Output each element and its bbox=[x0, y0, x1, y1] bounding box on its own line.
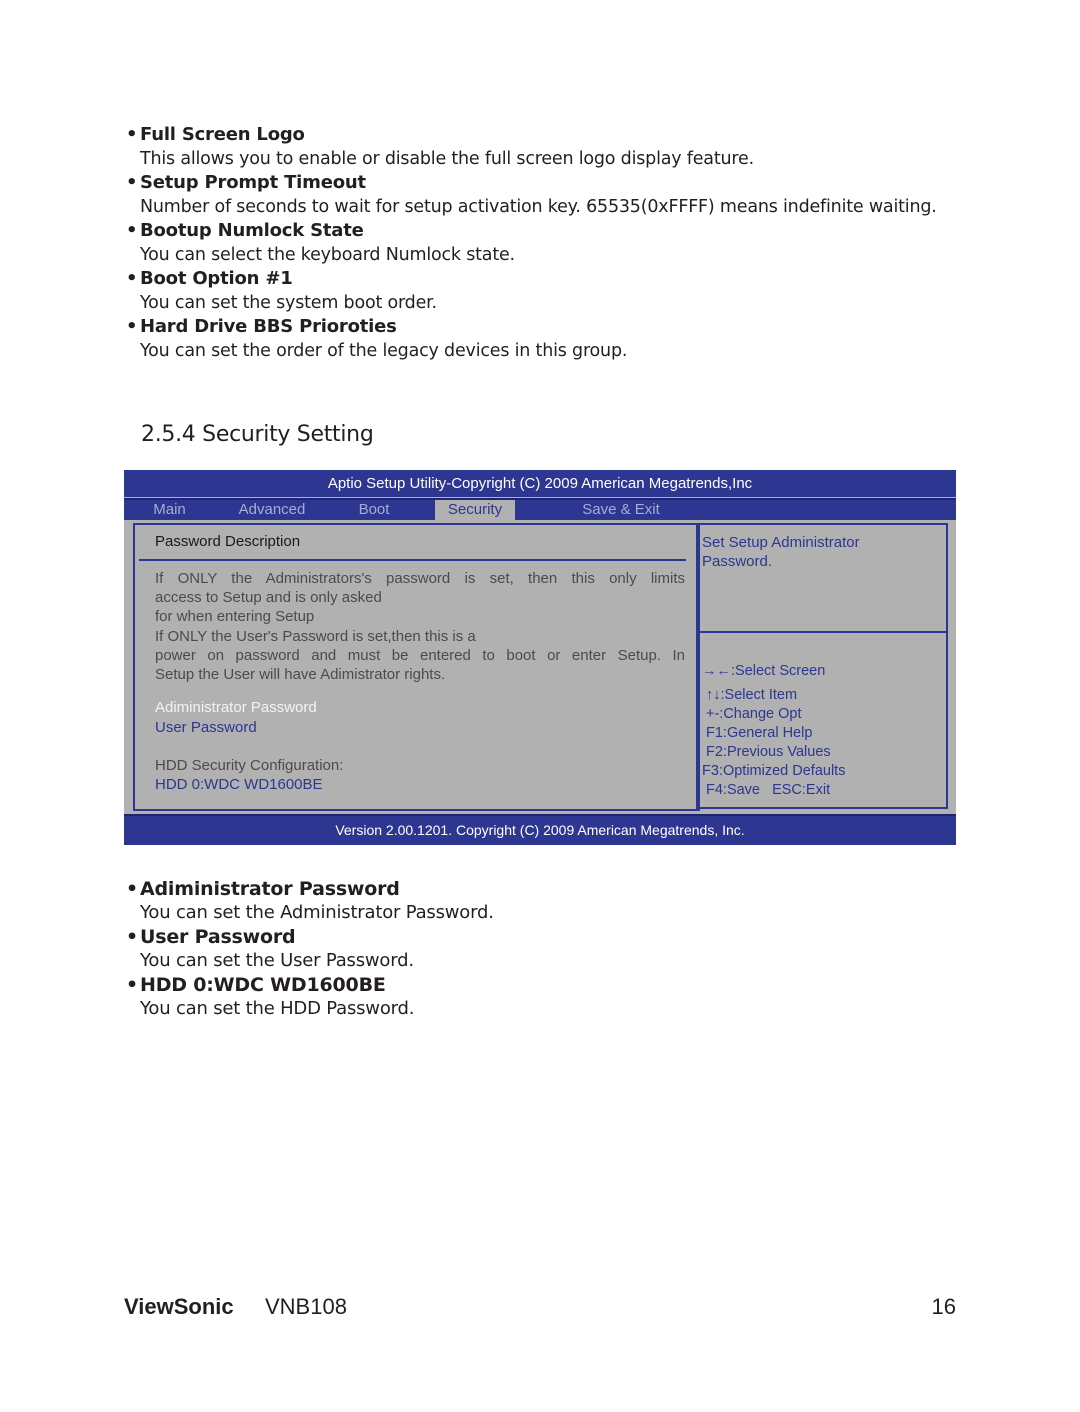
footer-model: VNB108 bbox=[265, 1294, 347, 1319]
item-description: You can set the HDD Password. bbox=[140, 998, 415, 1019]
item-title: Setup Prompt Timeout bbox=[140, 172, 366, 193]
key-select-item: ↑↓:Select Item bbox=[706, 687, 798, 703]
description-line: If ONLY the User's Password is set,then … bbox=[155, 627, 476, 645]
administrator-password-option[interactable]: Adiministrator Password bbox=[155, 699, 317, 716]
tab-main[interactable]: Main bbox=[142, 500, 197, 520]
key-general-help: F1:General Help bbox=[706, 725, 813, 741]
bios-header: Aptio Setup Utility-Copyright (C) 2009 A… bbox=[124, 470, 956, 497]
list-item-hard-drive-bbs: • Hard Drive BBS Prioroties You can set t… bbox=[126, 315, 956, 363]
item-description: You can set the order of the legacy devi… bbox=[140, 341, 628, 361]
item-description: This allows you to enable or disable the… bbox=[140, 149, 754, 169]
hdd-item-option[interactable]: HDD 0:WDC WD1600BE bbox=[155, 776, 323, 793]
bios-setup-screen: Aptio Setup Utility-Copyright (C) 2009 A… bbox=[124, 470, 956, 845]
item-description: You can set the Administrator Password. bbox=[140, 902, 494, 923]
tab-security[interactable]: Security bbox=[435, 500, 515, 520]
item-title: Bootup Numlock State bbox=[140, 220, 364, 241]
item-description: You can select the keyboard Numlock stat… bbox=[140, 245, 515, 265]
bullet-icon: • bbox=[126, 974, 138, 996]
item-title: Full Screen Logo bbox=[140, 124, 305, 145]
page-number: 16 bbox=[931, 1294, 956, 1319]
bullet-icon: • bbox=[126, 268, 138, 289]
item-title: HDD 0:WDC WD1600BE bbox=[140, 974, 386, 996]
item-title: User Password bbox=[140, 926, 296, 948]
list-item-user-password: • User Password You can set the User Pass… bbox=[126, 925, 956, 973]
security-settings-list: • Adiministrator Password You can set the… bbox=[126, 877, 956, 1021]
description-line: access to Setup and is only asked bbox=[155, 589, 382, 607]
item-description: You can set the User Password. bbox=[140, 950, 414, 971]
item-description: Number of seconds to wait for setup acti… bbox=[140, 197, 937, 217]
user-password-option[interactable]: User Password bbox=[155, 719, 257, 736]
bios-help-pane: Set Setup Administrator Password. bbox=[696, 523, 948, 633]
password-description-body: If ONLY the Administrators's password is… bbox=[155, 569, 685, 684]
item-title: Boot Option #1 bbox=[140, 268, 293, 289]
bullet-icon: • bbox=[126, 220, 138, 241]
tab-advanced[interactable]: Advanced bbox=[228, 500, 316, 520]
list-item-bootup-numlock-state: • Bootup Numlock State You can select the… bbox=[126, 219, 956, 267]
list-item-setup-prompt-timeout: • Setup Prompt Timeout Number of seconds … bbox=[126, 171, 956, 219]
bullet-icon: • bbox=[126, 316, 138, 337]
key-optimized-defaults: F3:Optimized Defaults bbox=[702, 763, 846, 779]
list-item-hdd: • HDD 0:WDC WD1600BE You can set the HDD … bbox=[126, 973, 956, 1021]
bullet-icon: • bbox=[126, 878, 138, 900]
hdd-security-config-label: HDD Security Configuration: bbox=[155, 757, 344, 774]
key-change-opt: +-:Change Opt bbox=[706, 706, 802, 722]
description-line: power on password and must be entered to… bbox=[155, 646, 685, 664]
key-previous-values: F2:Previous Values bbox=[706, 744, 831, 760]
item-title: Adiministrator Password bbox=[140, 878, 400, 900]
help-line: Password. bbox=[702, 553, 773, 570]
description-line: If ONLY the Administrators's password is… bbox=[155, 570, 685, 587]
bullet-icon: • bbox=[126, 172, 138, 193]
bullet-icon: • bbox=[126, 124, 138, 145]
tab-save-exit[interactable]: Save & Exit bbox=[570, 500, 672, 520]
bios-main-pane: Password Description If ONLY the Adminis… bbox=[133, 523, 700, 811]
help-line: Set Setup Administrator bbox=[702, 534, 860, 551]
list-item-boot-option-1: • Boot Option #1 You can set the system b… bbox=[126, 267, 956, 315]
help-text: Set Setup Administrator Password. bbox=[702, 533, 860, 571]
description-line: Setup the User will have Adimistrator ri… bbox=[155, 666, 446, 684]
tab-boot[interactable]: Boot bbox=[346, 500, 402, 520]
bios-tab-bar: Main Advanced Boot Security Save & Exit bbox=[124, 498, 956, 520]
item-description: You can set the system boot order. bbox=[140, 293, 437, 313]
section-heading: 2.5.4 Security Setting bbox=[141, 422, 374, 447]
list-item-administrator-password: • Adiministrator Password You can set the… bbox=[126, 877, 956, 925]
key-save-exit: F4:Save ESC:Exit bbox=[706, 782, 831, 798]
bios-keys-pane: →←:Select Screen ↑↓:Select Item +-:Chang… bbox=[696, 629, 948, 809]
bullet-icon: • bbox=[126, 926, 138, 948]
footer-brand: ViewSonic bbox=[124, 1294, 234, 1319]
divider bbox=[139, 559, 686, 561]
password-description-title: Password Description bbox=[155, 533, 301, 550]
item-title: Hard Drive BBS Prioroties bbox=[140, 316, 397, 337]
boot-settings-list: • Full Screen Logo This allows you to ena… bbox=[126, 123, 956, 363]
description-line: for when entering Setup bbox=[155, 608, 315, 626]
bios-footer: Version 2.00.1201. Copyright (C) 2009 Am… bbox=[124, 814, 956, 845]
key-select-screen: →←:Select Screen bbox=[702, 663, 826, 679]
list-item-full-screen-logo: • Full Screen Logo This allows you to ena… bbox=[126, 123, 956, 171]
